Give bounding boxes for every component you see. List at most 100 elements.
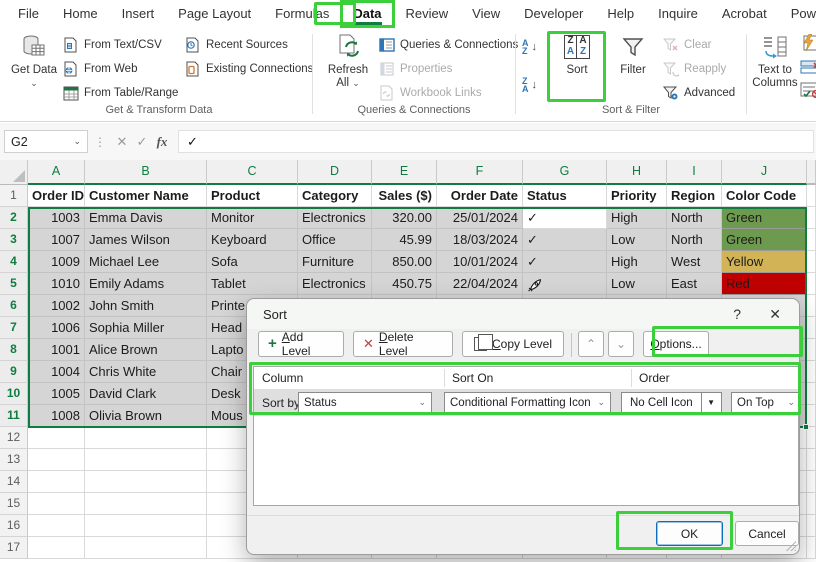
cell[interactable]: East [667,273,722,295]
cell-partial[interactable] [807,251,816,273]
help-icon[interactable]: ? [733,306,741,322]
table-header-cell[interactable]: Status [523,185,607,207]
column-header-partial[interactable] [807,160,816,185]
ribbon-tab-data[interactable]: Data [341,1,393,27]
cell[interactable]: Office [298,229,372,251]
ribbon-tab-developer[interactable]: Developer [512,1,595,27]
cell[interactable]: Tablet [207,273,298,295]
table-header-cell[interactable]: Priority [607,185,667,207]
table-header-cell[interactable]: Region [667,185,722,207]
cell-partial[interactable] [807,317,816,339]
cell[interactable] [85,493,207,515]
insert-function-icon[interactable]: fx [152,134,172,150]
column-header-H[interactable]: H [607,160,667,185]
cell[interactable]: High [607,251,667,273]
cell[interactable]: 25/01/2024 [437,207,523,229]
properties-button[interactable]: Properties [378,58,452,80]
table-header-cell[interactable]: Color Code [722,185,807,207]
order-position-dropdown[interactable]: On Top ⌄ [731,392,801,414]
from-web-button[interactable]: From Web [62,58,137,80]
filter-button[interactable]: Filter [610,32,656,77]
cell[interactable]: 1008 [28,405,85,427]
cell[interactable]: ✓ [523,207,607,229]
table-header-cell[interactable]: Order ID [28,185,85,207]
table-header-cell[interactable]: Customer Name [85,185,207,207]
column-header-A[interactable]: A [28,160,85,185]
cell[interactable]: Sophia Miller [85,317,207,339]
select-all-corner[interactable] [0,160,28,185]
row-header-10[interactable]: 10 [0,383,28,405]
sort-descending-button[interactable]: ZA↓ [522,74,537,96]
cell-color-code[interactable]: Green [722,207,807,229]
close-icon[interactable]: ✕ [769,306,781,323]
options-button[interactable]: Options... [643,331,709,357]
column-header-C[interactable]: C [207,160,298,185]
from-text-csv-button[interactable]: From Text/CSV [62,34,162,56]
row-header-7[interactable]: 7 [0,317,28,339]
ok-button[interactable]: OK [656,521,723,546]
delete-level-button[interactable]: ✕ Delete Level [353,331,453,357]
cell[interactable]: ✓ [523,251,607,273]
cell[interactable]: 320.00 [372,207,437,229]
cell[interactable]: Michael Lee [85,251,207,273]
row-header-16[interactable]: 16 [0,515,28,537]
ribbon-tab-review[interactable]: Review [394,1,461,27]
advanced-filter-button[interactable]: Advanced [662,82,735,104]
ribbon-tab-inquire[interactable]: Inquire [646,1,710,27]
table-header-cell[interactable]: Product [207,185,298,207]
fill-handle[interactable] [803,424,809,430]
ribbon-tab-power-pivot[interactable]: Power Pivot [779,1,816,27]
existing-connections-button[interactable]: Existing Connections [184,58,313,80]
cell[interactable]: 22/04/2024 [437,273,523,295]
copy-level-button[interactable]: Copy Level [462,331,564,357]
cell[interactable]: Electronics [298,207,372,229]
cell[interactable]: 1005 [28,383,85,405]
cell-partial[interactable] [807,339,816,361]
table-header-cell[interactable]: Order Date [437,185,523,207]
ribbon-tab-page-layout[interactable]: Page Layout [166,1,263,27]
cell[interactable]: Emma Davis [85,207,207,229]
row-header-11[interactable]: 11 [0,405,28,427]
cell[interactable] [28,537,85,559]
sort-ascending-button[interactable]: AZ↓ [522,36,537,58]
dialog-title[interactable]: Sort [247,299,799,329]
sort-button[interactable]: ZAAZ Sort [552,32,602,77]
queries-connections-button[interactable]: Queries & Connections [378,34,518,56]
cell[interactable]: 1001 [28,339,85,361]
cell[interactable]: Keyboard [207,229,298,251]
column-dropdown[interactable]: Status ⌄ [298,392,432,414]
cell-partial[interactable] [807,515,816,537]
row-header-15[interactable]: 15 [0,493,28,515]
cell[interactable] [85,471,207,493]
cell-color-code[interactable]: Green [722,229,807,251]
cell[interactable]: 1004 [28,361,85,383]
cell[interactable] [85,537,207,559]
cell[interactable]: Olivia Brown [85,405,207,427]
move-up-button[interactable]: ⌃ [578,331,604,357]
cell[interactable]: 45.99 [372,229,437,251]
cell-partial[interactable] [807,383,816,405]
cell[interactable]: David Clark [85,383,207,405]
cell[interactable] [28,471,85,493]
column-header-D[interactable]: D [298,160,372,185]
column-header-E[interactable]: E [372,160,437,185]
row-header-4[interactable]: 4 [0,251,28,273]
row-header-12[interactable]: 12 [0,427,28,449]
sort-on-dropdown[interactable]: Conditional Formatting Icon ⌄ [444,392,611,414]
cell[interactable]: 1002 [28,295,85,317]
cell-rocket-icon[interactable] [523,273,607,295]
table-header-cell[interactable]: Category [298,185,372,207]
column-header-F[interactable]: F [437,160,523,185]
cell[interactable]: Alice Brown [85,339,207,361]
row-header-3[interactable]: 3 [0,229,28,251]
column-header-G[interactable]: G [523,160,607,185]
workbook-links-button[interactable]: Workbook Links [378,82,482,104]
cell[interactable]: North [667,229,722,251]
cell[interactable] [85,427,207,449]
cell[interactable] [28,427,85,449]
cell[interactable]: 1009 [28,251,85,273]
ribbon-tab-home[interactable]: Home [51,1,110,27]
cell-color-code[interactable]: Yellow [722,251,807,273]
row-header-17[interactable]: 17 [0,537,28,559]
row-header-6[interactable]: 6 [0,295,28,317]
